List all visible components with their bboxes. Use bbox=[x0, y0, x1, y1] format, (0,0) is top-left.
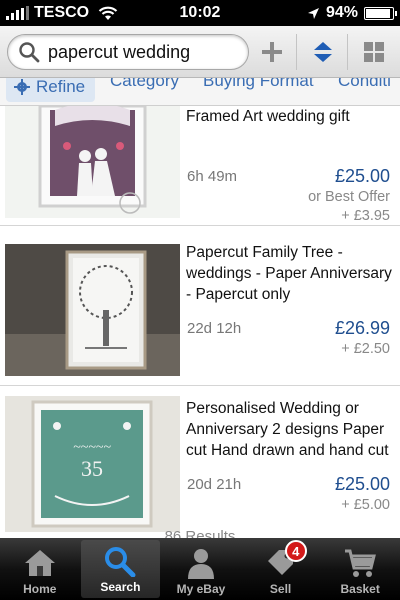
listing-row[interactable]: Papercut Family Tree - weddings - Paper … bbox=[0, 234, 400, 386]
listing-postage: + £2.50 bbox=[341, 341, 390, 357]
user-icon bbox=[187, 549, 214, 579]
tab-basket[interactable]: Basket bbox=[320, 538, 400, 600]
search-toolbar: papercut wedding bbox=[0, 26, 400, 78]
location-arrow-icon bbox=[307, 7, 319, 19]
listing-row[interactable]: ~~~~~ 35 Personalised Wedding or Anniver… bbox=[0, 386, 400, 538]
search-results-list: Framed Art wedding gift 6h 49m £25.00 or… bbox=[0, 106, 400, 538]
filter-strip: Refine Category Buying Format Conditi bbox=[0, 78, 400, 106]
listing-price: £25.00 bbox=[334, 474, 390, 494]
sell-badge: 4 bbox=[284, 540, 307, 562]
search-query-text: papercut wedding bbox=[48, 41, 191, 62]
tab-label: Sell bbox=[269, 582, 292, 596]
buying-format-filter[interactable]: Buying Format bbox=[203, 78, 314, 91]
listing-thumbnail bbox=[5, 106, 180, 218]
plus-icon bbox=[262, 42, 282, 62]
framed-papercut-image bbox=[38, 106, 147, 214]
tab-home[interactable]: Home bbox=[0, 538, 80, 600]
home-icon bbox=[24, 550, 55, 576]
search-icon bbox=[105, 547, 136, 577]
personalised-papercut-image: ~~~~~ 35 bbox=[5, 396, 180, 532]
sort-icon bbox=[314, 42, 332, 62]
toolbar-divider bbox=[347, 34, 348, 70]
refine-label: Refine bbox=[36, 78, 86, 96]
grid-view-button[interactable] bbox=[356, 34, 392, 70]
listing-price: £25.00 bbox=[334, 166, 390, 186]
family-tree-papercut-image bbox=[5, 244, 180, 376]
search-input[interactable]: papercut wedding bbox=[7, 34, 249, 70]
cart-icon bbox=[345, 549, 377, 577]
svg-text:35: 35 bbox=[81, 456, 103, 481]
battery-icon bbox=[364, 6, 397, 20]
battery-percent: 94% bbox=[325, 4, 358, 21]
status-bar: TESCO 10:02 94% bbox=[0, 0, 400, 26]
search-icon bbox=[19, 42, 40, 63]
add-button[interactable] bbox=[254, 34, 290, 70]
listing-row[interactable]: Framed Art wedding gift 6h 49m £25.00 or… bbox=[0, 106, 400, 226]
listing-thumbnail bbox=[5, 244, 180, 376]
grid-view-icon bbox=[364, 42, 384, 62]
tab-label: Search bbox=[100, 580, 141, 594]
svg-text:~~~~~: ~~~~~ bbox=[73, 440, 111, 455]
listing-time-left: 20d 21h bbox=[187, 476, 242, 493]
results-count: 86 Results bbox=[164, 528, 236, 538]
tab-sell[interactable]: 4 Sell bbox=[241, 538, 321, 600]
listing-title: Framed Art wedding gift bbox=[186, 108, 350, 125]
toolbar-divider bbox=[296, 34, 297, 70]
gear-icon bbox=[14, 79, 30, 95]
sort-button[interactable] bbox=[305, 34, 341, 70]
listing-postage: + £5.00 bbox=[341, 497, 390, 513]
listing-time-left: 22d 12h bbox=[187, 320, 242, 337]
tab-label: My eBay bbox=[176, 582, 226, 596]
listing-time-left: 6h 49m bbox=[187, 168, 238, 185]
listing-postage: + £3.95 bbox=[341, 208, 390, 224]
condition-filter[interactable]: Conditi bbox=[338, 78, 391, 91]
listing-title: Personalised Wedding or Anniversary 2 de… bbox=[186, 400, 389, 459]
category-filter[interactable]: Category bbox=[110, 78, 179, 91]
tab-label: Basket bbox=[340, 582, 380, 596]
tab-label: Home bbox=[23, 582, 57, 596]
listing-best-offer: or Best Offer bbox=[308, 189, 390, 205]
listing-title: Papercut Family Tree - weddings - Paper … bbox=[186, 244, 392, 303]
listing-thumbnail: ~~~~~ 35 bbox=[5, 396, 180, 532]
listing-price: £26.99 bbox=[334, 318, 390, 338]
tab-my-ebay[interactable]: My eBay bbox=[161, 538, 241, 600]
tab-bar: Home Search My eBay 4 Sell Basket bbox=[0, 538, 400, 600]
refine-button[interactable]: Refine bbox=[6, 78, 96, 102]
tab-search[interactable]: Search bbox=[80, 540, 161, 598]
